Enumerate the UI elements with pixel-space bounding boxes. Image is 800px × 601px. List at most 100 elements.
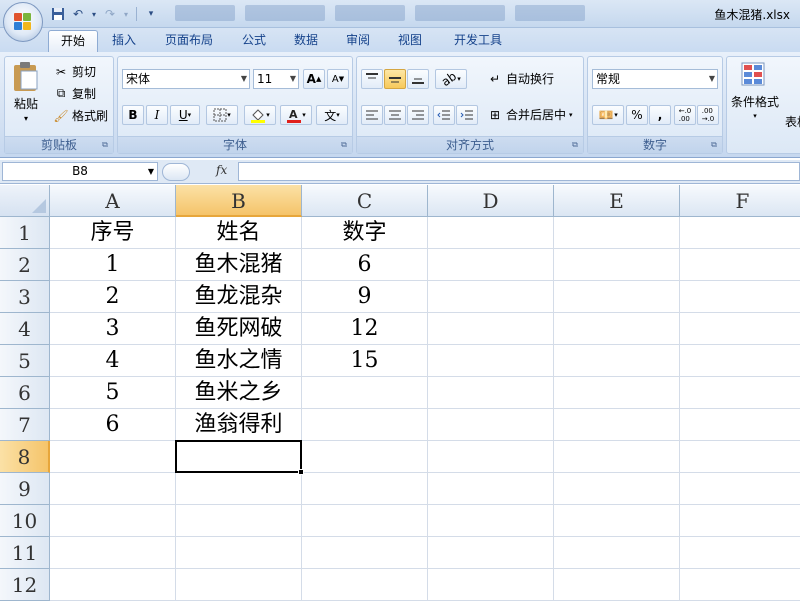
tab-home[interactable]: 开始 <box>48 30 98 52</box>
align-top-button[interactable] <box>361 69 383 89</box>
cell-a1[interactable]: 序号 <box>50 217 176 249</box>
conditional-formatting-button[interactable]: 条件格式 ▾ <box>731 61 779 120</box>
cell-a5[interactable]: 4 <box>50 345 176 377</box>
select-all-button[interactable] <box>0 185 50 217</box>
phonetic-button[interactable]: 文 ▾ <box>316 105 348 125</box>
cell-f9[interactable] <box>680 473 800 505</box>
cell-a11[interactable] <box>50 537 176 569</box>
align-center-button[interactable] <box>384 105 406 125</box>
alignment-launcher-icon[interactable]: ⧉ <box>570 140 580 150</box>
column-header-e[interactable]: E <box>554 185 680 217</box>
cell-c5[interactable]: 15 <box>302 345 428 377</box>
tab-insert[interactable]: 插入 <box>102 30 146 52</box>
column-header-b[interactable]: B <box>176 185 302 217</box>
format-as-table-button[interactable]: 表格 <box>785 113 800 130</box>
row-header-5[interactable]: 5 <box>0 345 50 377</box>
clipboard-launcher-icon[interactable]: ⧉ <box>100 140 110 150</box>
row-header-4[interactable]: 4 <box>0 313 50 345</box>
cell-d1[interactable] <box>428 217 554 249</box>
cell-d11[interactable] <box>428 537 554 569</box>
cell-f2[interactable] <box>680 249 800 281</box>
cell-a4[interactable]: 3 <box>50 313 176 345</box>
cell-a12[interactable] <box>50 569 176 601</box>
decrease-decimal-button[interactable]: .00 →.0 <box>697 105 719 125</box>
cell-f11[interactable] <box>680 537 800 569</box>
cell-c4[interactable]: 12 <box>302 313 428 345</box>
cell-b8[interactable] <box>175 440 302 473</box>
cell-d5[interactable] <box>428 345 554 377</box>
cell-e5[interactable] <box>554 345 680 377</box>
font-color-button[interactable]: A ▾ <box>280 105 312 125</box>
wrap-text-button[interactable]: ↵ 自动换行 <box>487 70 554 87</box>
merge-center-button[interactable]: ⊞ 合并后居中 ▾ <box>487 106 573 123</box>
tab-view[interactable]: 视图 <box>388 30 432 52</box>
expand-formula-icon[interactable] <box>162 163 190 181</box>
cell-b5[interactable]: 鱼水之情 <box>176 345 302 377</box>
cell-f7[interactable] <box>680 409 800 441</box>
tab-page-layout[interactable]: 页面布局 <box>152 30 226 52</box>
grow-font-button[interactable]: A ▲ <box>303 69 325 89</box>
cell-c3[interactable]: 9 <box>302 281 428 313</box>
cell-c11[interactable] <box>302 537 428 569</box>
number-launcher-icon[interactable]: ⧉ <box>709 140 719 150</box>
cell-f8[interactable] <box>680 441 800 473</box>
cell-a2[interactable]: 1 <box>50 249 176 281</box>
cell-f3[interactable] <box>680 281 800 313</box>
cell-d4[interactable] <box>428 313 554 345</box>
cell-f5[interactable] <box>680 345 800 377</box>
redo-icon[interactable]: ↷ <box>102 6 118 22</box>
comma-style-button[interactable]: , <box>649 105 671 125</box>
accounting-format-button[interactable]: 💴 ▾ <box>592 105 624 125</box>
cell-c6[interactable] <box>302 377 428 409</box>
decrease-indent-button[interactable] <box>433 105 455 125</box>
cell-e6[interactable] <box>554 377 680 409</box>
cell-c7[interactable] <box>302 409 428 441</box>
align-bottom-button[interactable] <box>407 69 429 89</box>
cut-button[interactable]: ✂ 剪切 <box>53 63 96 80</box>
cell-f10[interactable] <box>680 505 800 537</box>
cell-f12[interactable] <box>680 569 800 601</box>
cell-d2[interactable] <box>428 249 554 281</box>
cell-d6[interactable] <box>428 377 554 409</box>
tab-data[interactable]: 数据 <box>284 30 328 52</box>
copy-button[interactable]: ⧉ 复制 <box>53 85 96 102</box>
tab-review[interactable]: 审阅 <box>336 30 380 52</box>
cell-e1[interactable] <box>554 217 680 249</box>
column-header-a[interactable]: A <box>50 185 176 217</box>
bold-button[interactable]: B <box>122 105 144 125</box>
row-header-2[interactable]: 2 <box>0 249 50 281</box>
font-size-select[interactable]: 11 ▼ <box>253 69 299 89</box>
row-header-9[interactable]: 9 <box>0 473 50 505</box>
row-header-8[interactable]: 8 <box>0 441 50 473</box>
cell-f1[interactable] <box>680 217 800 249</box>
cell-b2[interactable]: 鱼木混猪 <box>176 249 302 281</box>
cell-b12[interactable] <box>176 569 302 601</box>
cell-e9[interactable] <box>554 473 680 505</box>
cell-d7[interactable] <box>428 409 554 441</box>
increase-decimal-button[interactable]: ←.0.00 <box>674 105 696 125</box>
formula-input[interactable] <box>238 162 800 181</box>
italic-button[interactable]: I <box>146 105 168 125</box>
cell-b7[interactable]: 渔翁得利 <box>176 409 302 441</box>
undo-icon[interactable]: ↶ <box>70 6 86 22</box>
cell-d8[interactable] <box>428 441 554 473</box>
row-header-1[interactable]: 1 <box>0 217 50 249</box>
cell-c9[interactable] <box>302 473 428 505</box>
tab-formulas[interactable]: 公式 <box>232 30 276 52</box>
font-name-select[interactable]: 宋体 ▼ <box>122 69 250 89</box>
cell-e12[interactable] <box>554 569 680 601</box>
cell-a9[interactable] <box>50 473 176 505</box>
font-launcher-icon[interactable]: ⧉ <box>339 140 349 150</box>
undo-dropdown-icon[interactable]: ▾ <box>90 6 98 22</box>
cell-b1[interactable]: 姓名 <box>176 217 302 249</box>
cell-b3[interactable]: 鱼龙混杂 <box>176 281 302 313</box>
fill-color-button[interactable]: ▾ <box>244 105 276 125</box>
cell-e11[interactable] <box>554 537 680 569</box>
cell-d12[interactable] <box>428 569 554 601</box>
cell-a8[interactable] <box>50 441 176 473</box>
name-box[interactable]: B8 ▼ <box>2 162 158 181</box>
cell-a3[interactable]: 2 <box>50 281 176 313</box>
tab-developer[interactable]: 开发工具 <box>444 30 512 52</box>
cell-d10[interactable] <box>428 505 554 537</box>
row-header-10[interactable]: 10 <box>0 505 50 537</box>
